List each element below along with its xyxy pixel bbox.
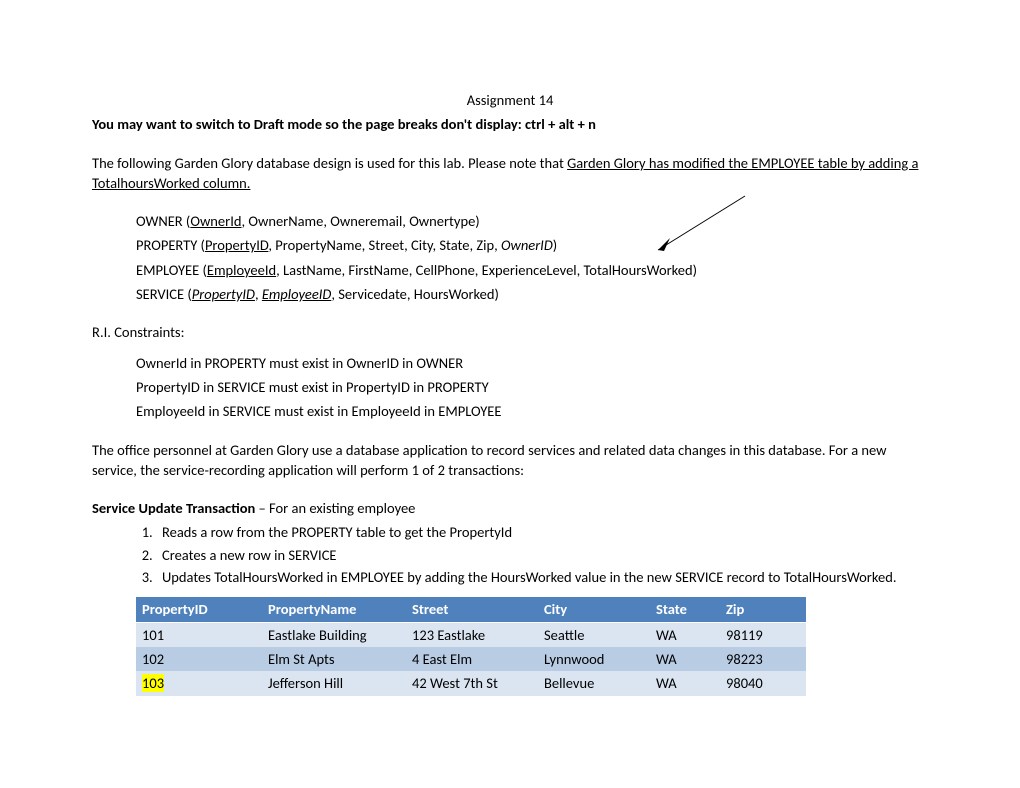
col-header-state: State [650,597,720,622]
step-item: Reads a row from the PROPERTY table to g… [156,522,928,542]
office-paragraph: The office personnel at Garden Glory use… [92,440,928,481]
schema-pk: EmployeeId [207,261,276,279]
step-item: Creates a new row in SERVICE [156,545,928,565]
cell-propertyname: Jefferson Hill [262,671,406,695]
schema-text: SERVICE ( [136,285,192,303]
ri-heading: R.I. Constraints: [92,322,928,342]
schema-owner: OWNER (OwnerId, OwnerName, Owneremail, O… [136,211,928,231]
schema-text: ) [553,236,557,254]
schema-text: EMPLOYEE ( [136,261,207,279]
table-row: 101 Eastlake Building 123 Eastlake Seatt… [136,622,806,647]
cell-zip: 98223 [720,647,806,671]
cell-city: Lynnwood [538,647,650,671]
ri-constraint: PropertyID in SERVICE must exist in Prop… [136,377,928,397]
schema-pk: OwnerId [190,212,241,230]
cell-zip: 98119 [720,622,806,647]
intro-underline-1: Garden Glory has modified the EMPLOYEE t… [567,154,918,172]
cell-state: WA [650,647,720,671]
schema-fk: PropertyID [192,285,255,303]
cell-propertyid: 102 [136,647,262,671]
table-row: 103 Jefferson Hill 42 West 7th St Bellev… [136,671,806,695]
cell-street: 42 West 7th St [406,671,538,695]
step-item: Updates TotalHoursWorked in EMPLOYEE by … [156,567,928,587]
schema-text: OWNER ( [136,212,190,230]
cell-city: Seattle [538,622,650,647]
cell-state: WA [650,622,720,647]
col-header-propertyid: PropertyID [136,597,262,622]
ri-constraint: EmployeeId in SERVICE must exist in Empl… [136,401,928,421]
cell-city: Bellevue [538,671,650,695]
cell-propertyname: Eastlake Building [262,622,406,647]
cell-propertyid: 103 [136,671,262,695]
ri-constraint: OwnerId in PROPERTY must exist in OwnerI… [136,353,928,373]
intro-underline-2: TotalhoursWorked column. [92,174,250,192]
cell-propertyid: 101 [136,622,262,647]
document-title: Assignment 14 [92,90,928,110]
col-header-city: City [538,597,650,622]
intro-text-pre: The following Garden Glory database desi… [92,154,567,172]
col-header-street: Street [406,597,538,622]
col-header-zip: Zip [720,597,806,622]
table-row: 102 Elm St Apts 4 East Elm Lynnwood WA 9… [136,647,806,671]
schema-text: , Servicedate, HoursWorked) [331,285,499,303]
cell-propertyname: Elm St Apts [262,647,406,671]
schema-property: PROPERTY (PropertyID, PropertyName, Stre… [136,235,928,255]
draft-mode-hint: You may want to switch to Draft mode so … [92,114,928,134]
cell-state: WA [650,671,720,695]
sut-rest: – For an existing employee [255,499,415,517]
schema-text: , PropertyName, Street, City, State, Zip… [268,236,501,254]
schema-fk: EmployeeID [262,285,331,303]
cell-zip: 98040 [720,671,806,695]
schema-text: , OwnerName, Owneremail, Ownertype) [241,212,479,230]
schema-employee: EMPLOYEE (EmployeeId, LastName, FirstNam… [136,260,928,280]
cell-street: 123 Eastlake [406,622,538,647]
schema-text: , LastName, FirstName, CellPhone, Experi… [276,261,697,279]
intro-paragraph: The following Garden Glory database desi… [92,153,928,194]
schema-text: PROPERTY ( [136,236,205,254]
sut-bold: Service Update Transaction [92,499,255,517]
schema-fk: OwnerID [501,236,553,254]
highlighted-value: 103 [142,674,164,692]
schema-pk: PropertyID [205,236,268,254]
table-header-row: PropertyID PropertyName Street City Stat… [136,597,806,622]
schema-block: OWNER (OwnerId, OwnerName, Owneremail, O… [136,211,928,304]
ri-block: OwnerId in PROPERTY must exist in OwnerI… [136,353,928,422]
cell-street: 4 East Elm [406,647,538,671]
service-update-heading: Service Update Transaction – For an exis… [92,498,928,518]
schema-service: SERVICE (PropertyID, EmployeeID, Service… [136,284,928,304]
schema-text: , [255,285,262,303]
steps-list: Reads a row from the PROPERTY table to g… [92,522,928,587]
col-header-propertyname: PropertyName [262,597,406,622]
property-table: PropertyID PropertyName Street City Stat… [136,597,806,695]
